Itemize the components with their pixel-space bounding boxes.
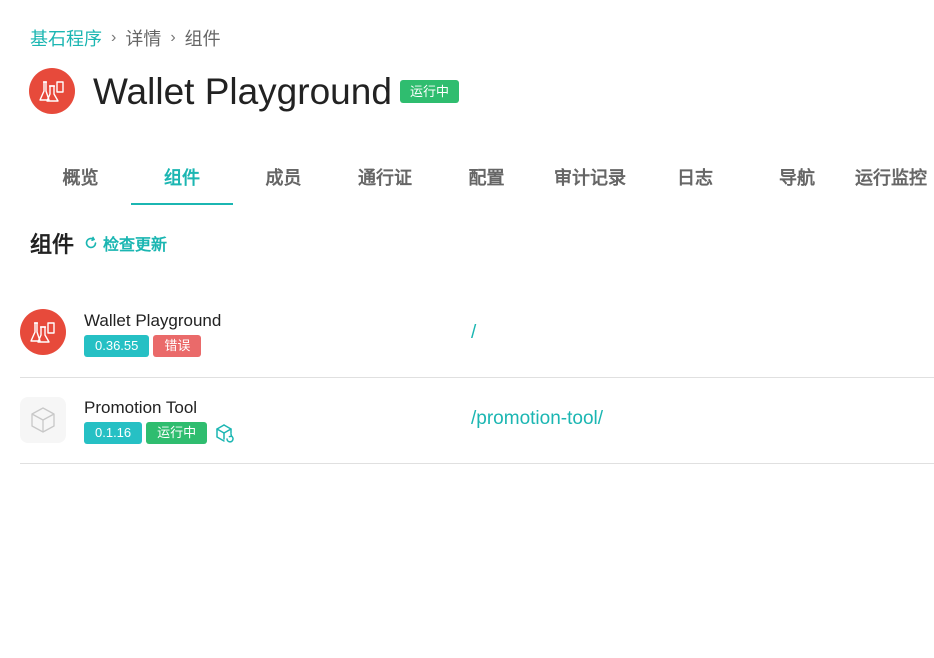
section-title: 组件 [30,232,75,257]
tab-navigation[interactable]: 导航 [747,155,847,203]
flask-icon [20,309,66,355]
tab-components[interactable]: 组件 [131,155,233,205]
page: 基石程序 › 详情 › 组件 Wallet Playground 运行中 概览 … [0,0,934,658]
breadcrumb-separator: › [111,29,117,46]
version-badge: 0.36.55 [84,335,150,357]
breadcrumb-root-link[interactable]: 基石程序 [30,25,102,51]
component-badges: 0.36.55 错误 [84,335,205,357]
component-row: Wallet Playground 0.36.55 错误 / [20,291,934,378]
tab-logs[interactable]: 日志 [643,155,747,203]
page-title: Wallet Playground [93,71,392,112]
cube-upgrade-icon[interactable] [215,423,235,443]
tab-runtime-monitor[interactable]: 运行监控 [855,155,927,203]
tab-config[interactable]: 配置 [436,155,537,203]
check-update-button[interactable]: 检查更新 [84,233,168,254]
status-badge-error: 错误 [153,335,202,357]
breadcrumb-current: 组件 [184,29,221,49]
component-name: Wallet Playground [84,311,222,330]
tab-overview[interactable]: 概览 [30,155,131,203]
component-mount-path-link[interactable]: /promotion-tool/ [471,408,603,430]
version-badge: 0.1.16 [84,422,143,444]
breadcrumb-separator: › [170,29,176,46]
tab-audit-log[interactable]: 审计记录 [537,155,643,203]
cube-icon [20,397,66,443]
status-badge: 运行中 [400,80,460,103]
tab-passports[interactable]: 通行证 [334,155,436,203]
breadcrumb-detail: 详情 [125,29,162,49]
component-name: Promotion Tool [84,398,198,417]
tab-members[interactable]: 成员 [233,155,334,203]
component-row: Promotion Tool 0.1.16 运行中 /promotion-too… [20,377,934,464]
component-mount-path-link[interactable]: / [471,322,476,344]
app-logo-flask-icon [29,68,75,114]
breadcrumb: 基石程序 › 详情 › 组件 [30,26,221,50]
tab-bar: 概览 组件 成员 通行证 配置 审计记录 日志 导航 运行监控 [30,155,934,205]
refresh-icon [84,236,98,250]
check-update-label: 检查更新 [103,237,168,254]
component-badges: 0.1.16 运行中 [84,422,235,444]
status-badge-running: 运行中 [146,422,208,444]
